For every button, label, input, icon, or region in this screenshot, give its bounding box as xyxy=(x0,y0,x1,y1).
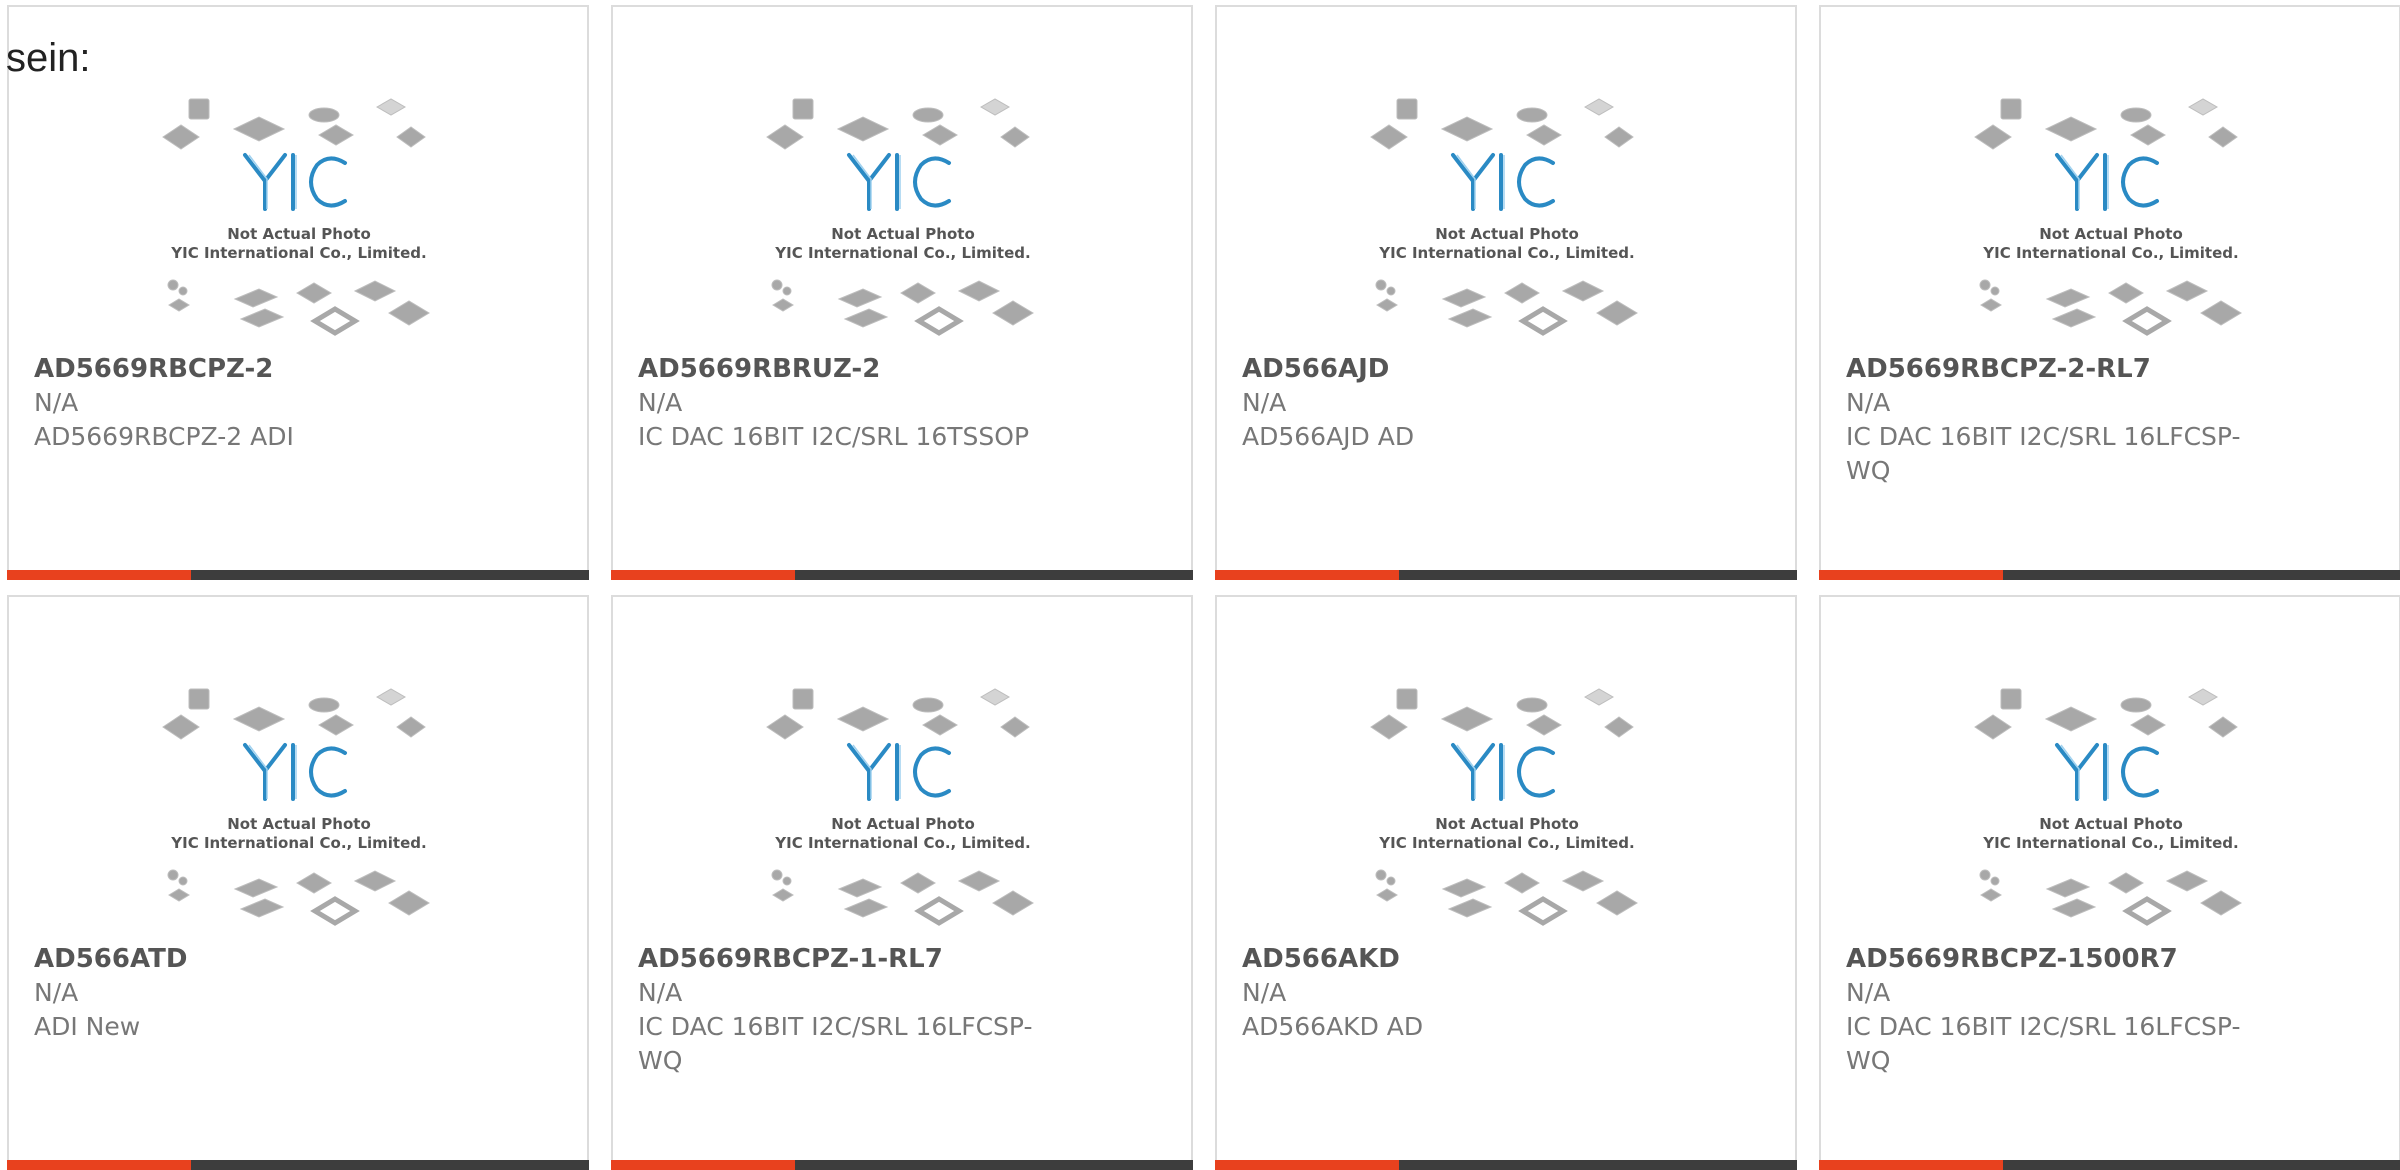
placeholder-line1: Not Actual Photo xyxy=(2039,225,2183,243)
product-info: AD5669RBRUZ-2 N/A IC DAC 16BIT I2C/SRL 1… xyxy=(638,352,1058,454)
product-info: AD5669RBCPZ-1-RL7 N/A IC DAC 16BIT I2C/S… xyxy=(638,942,1058,1078)
card-footer-accent xyxy=(1819,1160,2003,1170)
card-footer-accent xyxy=(611,1160,795,1170)
placeholder-line2: YIC International Co., Limited. xyxy=(1982,244,2238,262)
card-footer-bar xyxy=(7,1160,589,1170)
product-info: AD5669RBCPZ-2 N/A AD5669RBCPZ-2 ADI xyxy=(34,352,454,454)
product-description: AD566AKD AD xyxy=(1242,1012,1424,1041)
placeholder-line1: Not Actual Photo xyxy=(227,225,371,243)
product-description: IC DAC 16BIT I2C/SRL 16LFCSP-WQ xyxy=(1846,422,2241,485)
product-card[interactable]: Not Actual Photo YIC International Co., … xyxy=(1819,5,2400,580)
card-footer-bar xyxy=(611,1160,1193,1170)
card-footer-accent xyxy=(7,1160,191,1170)
product-card[interactable]: Not Actual Photo YIC International Co., … xyxy=(7,5,589,580)
card-footer-bar xyxy=(1215,570,1797,580)
placeholder-line1: Not Actual Photo xyxy=(831,815,975,833)
card-footer-accent xyxy=(7,570,191,580)
product-info: AD5669RBCPZ-2-RL7 N/A IC DAC 16BIT I2C/S… xyxy=(1846,352,2266,488)
placeholder-line2: YIC International Co., Limited. xyxy=(1982,834,2238,852)
product-description: IC DAC 16BIT I2C/SRL 16LFCSP-WQ xyxy=(1846,1012,2241,1075)
placeholder-line2: YIC International Co., Limited. xyxy=(170,834,426,852)
part-number[interactable]: AD5669RBRUZ-2 xyxy=(638,352,1058,386)
placeholder-line2: YIC International Co., Limited. xyxy=(1378,244,1634,262)
product-info: AD566AKD N/A AD566AKD AD xyxy=(1242,942,1662,1044)
part-number[interactable]: AD5669RBCPZ-2-RL7 xyxy=(1846,352,2266,386)
product-card[interactable]: Not Actual Photo YIC International Co., … xyxy=(1215,5,1797,580)
product-card[interactable]: Not Actual Photo YIC International Co., … xyxy=(1819,595,2400,1170)
stock-status: N/A xyxy=(34,978,79,1007)
product-card[interactable]: Not Actual Photo YIC International Co., … xyxy=(7,595,589,1170)
placeholder-line2: YIC International Co., Limited. xyxy=(774,834,1030,852)
part-number[interactable]: AD5669RBCPZ-2 xyxy=(34,352,454,386)
stock-status: N/A xyxy=(638,978,683,1007)
stock-status: N/A xyxy=(1242,388,1287,417)
product-description: AD5669RBCPZ-2 ADI xyxy=(34,422,294,451)
product-image-placeholder: Not Actual Photo YIC International Co., … xyxy=(159,687,439,947)
placeholder-line2: YIC International Co., Limited. xyxy=(1378,834,1634,852)
product-image-placeholder: Not Actual Photo YIC International Co., … xyxy=(1367,687,1647,947)
part-number[interactable]: AD566ATD xyxy=(34,942,454,976)
product-description: AD566AJD AD xyxy=(1242,422,1415,451)
product-info: AD566ATD N/A ADI New xyxy=(34,942,454,1044)
product-info: AD566AJD N/A AD566AJD AD xyxy=(1242,352,1662,454)
placeholder-line1: Not Actual Photo xyxy=(2039,815,2183,833)
placeholder-line2: YIC International Co., Limited. xyxy=(774,244,1030,262)
stock-status: N/A xyxy=(1242,978,1287,1007)
card-footer-bar xyxy=(1215,1160,1797,1170)
part-number[interactable]: AD566AKD xyxy=(1242,942,1662,976)
card-footer-accent xyxy=(1215,570,1399,580)
product-image-placeholder: Not Actual Photo YIC International Co., … xyxy=(763,97,1043,357)
stock-status: N/A xyxy=(1846,388,1891,417)
stock-status: N/A xyxy=(1846,978,1891,1007)
product-image-placeholder: Not Actual Photo YIC International Co., … xyxy=(1971,97,2251,357)
product-image-placeholder: Not Actual Photo YIC International Co., … xyxy=(1367,97,1647,357)
placeholder-line1: Not Actual Photo xyxy=(1435,815,1579,833)
part-number[interactable]: AD5669RBCPZ-1-RL7 xyxy=(638,942,1058,976)
part-number[interactable]: AD5669RBCPZ-1500R7 xyxy=(1846,942,2266,976)
card-footer-bar xyxy=(1819,1160,2400,1170)
card-footer-bar xyxy=(7,570,589,580)
card-footer-accent xyxy=(1215,1160,1399,1170)
placeholder-line2: YIC International Co., Limited. xyxy=(170,244,426,262)
card-footer-accent xyxy=(611,570,795,580)
stock-status: N/A xyxy=(34,388,79,417)
product-description: IC DAC 16BIT I2C/SRL 16LFCSP-WQ xyxy=(638,1012,1033,1075)
part-number[interactable]: AD566AJD xyxy=(1242,352,1662,386)
lead-text: sein: xyxy=(6,36,91,80)
card-footer-bar xyxy=(1819,570,2400,580)
product-description: ADI New xyxy=(34,1012,141,1041)
stock-status: N/A xyxy=(638,388,683,417)
placeholder-line1: Not Actual Photo xyxy=(227,815,371,833)
product-card[interactable]: Not Actual Photo YIC International Co., … xyxy=(1215,595,1797,1170)
product-info: AD5669RBCPZ-1500R7 N/A IC DAC 16BIT I2C/… xyxy=(1846,942,2266,1078)
product-image-placeholder: Not Actual Photo YIC International Co., … xyxy=(763,687,1043,947)
card-footer-bar xyxy=(611,570,1193,580)
placeholder-line1: Not Actual Photo xyxy=(1435,225,1579,243)
product-card[interactable]: Not Actual Photo YIC International Co., … xyxy=(611,5,1193,580)
product-card[interactable]: Not Actual Photo YIC International Co., … xyxy=(611,595,1193,1170)
product-image-placeholder: Not Actual Photo YIC International Co., … xyxy=(1971,687,2251,947)
product-image-placeholder: Not Actual Photo YIC International Co., … xyxy=(159,97,439,357)
card-footer-accent xyxy=(1819,570,2003,580)
placeholder-line1: Not Actual Photo xyxy=(831,225,975,243)
product-description: IC DAC 16BIT I2C/SRL 16TSSOP xyxy=(638,422,1030,451)
